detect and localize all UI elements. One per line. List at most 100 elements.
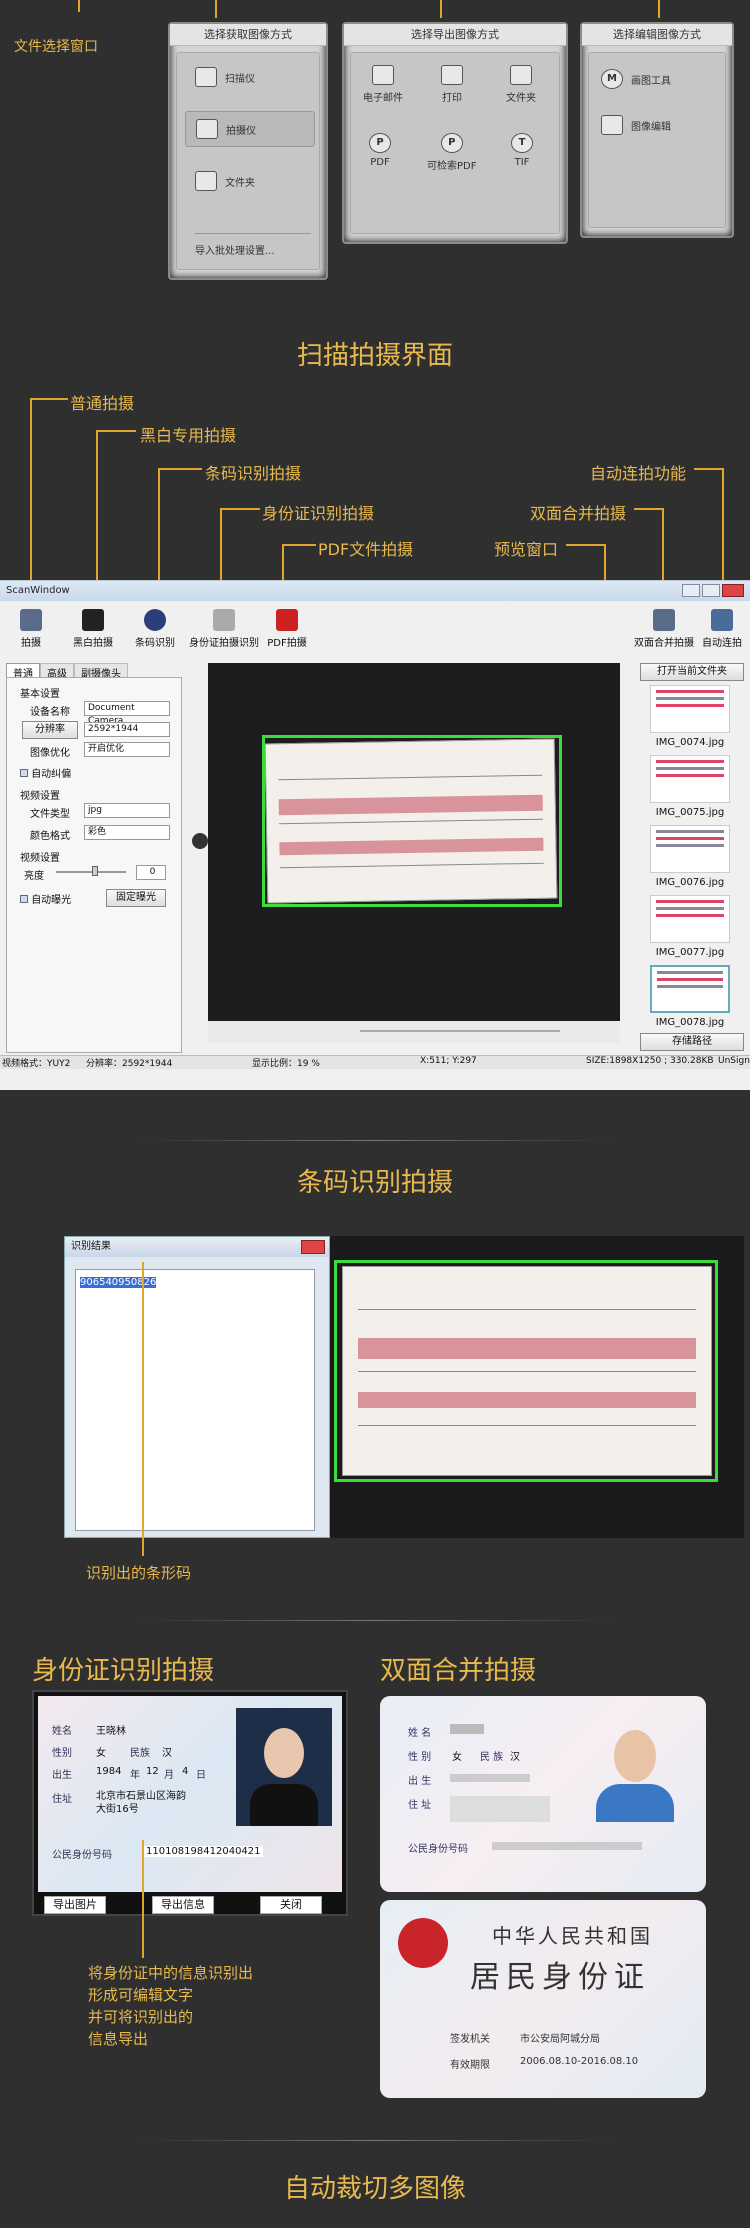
export-panel: 选择导出图像方式 电子邮件 打印 文件夹 P PDF P 可检索PDF T TIF <box>342 22 568 244</box>
brightness-slider[interactable] <box>56 871 126 873</box>
thumbnail-label: IMG_0074.jpg <box>655 737 725 748</box>
callout-barcode: 条码识别拍摄 <box>205 464 302 483</box>
filetype-select[interactable]: jpg <box>84 803 170 818</box>
filetype-label: 文件类型 <box>30 809 70 820</box>
edit-paint-tool[interactable]: M 画图工具 <box>601 69 671 89</box>
checkbox-icon <box>20 895 28 903</box>
scanner-icon <box>195 67 217 87</box>
thumbnail-label: IMG_0077.jpg <box>655 947 725 958</box>
pdf-icon: P <box>369 133 391 153</box>
thumbnail-label: IMG_0076.jpg <box>655 877 725 888</box>
section-scan-title: 扫描拍摄界面 <box>296 341 453 371</box>
national-emblem-icon <box>398 1918 448 1968</box>
toolbar-pdf[interactable]: PDF拍摄 <box>252 609 322 649</box>
pdf-icon <box>276 609 298 631</box>
device-select[interactable]: Document Camera <box>84 701 170 726</box>
status-coords: X:511; Y:297 <box>420 1056 477 1066</box>
device-label: 设备名称 <box>30 707 70 718</box>
edit-panel-title: 选择编辑图像方式 <box>582 24 732 46</box>
status-resolution: 分辨率：2592*1944 <box>86 1059 173 1069</box>
brightness-input[interactable]: 0 <box>136 865 166 880</box>
searchable-pdf-icon: P <box>440 133 463 153</box>
acquire-panel: 选择获取图像方式 扫描仪 拍摄仪 文件夹 导入批处理设置... <box>168 22 328 280</box>
batch-settings-link[interactable]: 导入批处理设置... <box>195 233 311 257</box>
bw-icon <box>82 609 104 631</box>
close-button[interactable] <box>722 584 744 597</box>
acquire-camera[interactable]: 拍摄仪 <box>185 111 315 147</box>
export-print[interactable]: 打印 <box>441 65 463 104</box>
thumbnail[interactable] <box>650 755 730 803</box>
export-panel-title: 选择导出图像方式 <box>344 24 566 46</box>
color-select[interactable]: 彩色 <box>84 825 170 840</box>
video-settings-heading: 视频设置 <box>20 791 60 802</box>
scan-window: ScanWindow 拍摄 黑白拍摄 条码识别 身份证拍摄识别 PDF拍摄 双面… <box>0 580 750 1090</box>
preview-rotate-icon[interactable] <box>192 833 208 849</box>
zoom-slider[interactable] <box>360 1030 560 1032</box>
brightness-slider-handle[interactable] <box>92 866 98 876</box>
export-info-button[interactable]: 导出信息 <box>152 1896 214 1914</box>
auto-exposure-checkbox[interactable]: 自动曝光 <box>20 891 71 906</box>
minimize-button[interactable] <box>682 584 700 597</box>
callout-preview: 预览窗口 <box>494 540 559 559</box>
toolbar-capture[interactable]: 拍摄 <box>0 609 66 649</box>
fixed-exposure-button[interactable]: 固定曝光 <box>106 889 166 907</box>
auto-capture-icon <box>711 609 733 631</box>
idcard-photo <box>236 1708 332 1826</box>
idcard-name: 王晓林 <box>96 1726 126 1737</box>
export-image-button[interactable]: 导出图片 <box>44 1896 106 1914</box>
resolution-button[interactable]: 分辨率 <box>22 721 78 739</box>
export-pdf[interactable]: P PDF <box>369 133 391 168</box>
thumbnail-selected[interactable] <box>650 965 730 1013</box>
acquire-folder[interactable]: 文件夹 <box>195 171 255 191</box>
callout-bw: 黑白专用拍摄 <box>140 426 237 445</box>
idcard-front: 姓 名 性 别 女 民 族 汉 出 生 住 址 公民身份号码 <box>380 1696 706 1892</box>
maximize-button[interactable] <box>702 584 720 597</box>
callout-duplex: 双面合并拍摄 <box>530 504 627 523</box>
toolbar-duplex[interactable]: 双面合并拍摄 <box>628 609 700 649</box>
optimize-select[interactable]: 开启优化 <box>84 742 170 757</box>
idcard-address: 北京市石景山区海韵大街16号 <box>96 1791 186 1815</box>
resolution-select[interactable]: 2592*1944 <box>84 722 170 737</box>
export-email[interactable]: 电子邮件 <box>363 65 403 104</box>
thumbnail[interactable] <box>650 685 730 733</box>
toolbar-bw[interactable]: 黑白拍摄 <box>58 609 128 649</box>
duplex-photo <box>592 1718 678 1822</box>
thumbnail[interactable] <box>650 895 730 943</box>
dialog-close-button[interactable] <box>301 1240 325 1254</box>
crop-frame[interactable] <box>334 1260 718 1482</box>
video-settings-heading-2: 视频设置 <box>20 853 60 864</box>
edit-panel: 选择编辑图像方式 M 画图工具 图像编辑 <box>580 22 734 238</box>
crop-frame[interactable] <box>262 735 562 907</box>
open-folder-button[interactable]: 打开当前文件夹 <box>640 663 744 681</box>
result-textarea[interactable]: 906540950826 <box>75 1269 315 1531</box>
paint-icon: M <box>601 69 623 89</box>
edit-image-editor[interactable]: 图像编辑 <box>601 115 671 135</box>
barcode-preview <box>330 1236 744 1538</box>
acquire-scanner[interactable]: 扫描仪 <box>195 67 255 87</box>
capture-icon <box>20 609 42 631</box>
barcode-caption: 识别出的条形码 <box>86 1564 192 1582</box>
status-signed: UnSign <box>718 1056 750 1066</box>
duplex-icon <box>653 609 675 631</box>
idcard-birth-day: 4 <box>182 1766 189 1777</box>
image-edit-icon <box>601 115 623 135</box>
toolbar-auto[interactable]: 自动连拍 <box>694 609 750 649</box>
auto-crop-checkbox[interactable]: 自动纠偏 <box>20 765 71 780</box>
printer-icon <box>441 65 463 85</box>
export-folder[interactable]: 文件夹 <box>506 65 536 104</box>
export-searchable-pdf[interactable]: P 可检索PDF <box>427 133 476 172</box>
section-autocrop-title: 自动裁切多图像 <box>283 2174 466 2204</box>
toolbar-barcode[interactable]: 条码识别 <box>120 609 190 649</box>
export-tif[interactable]: T TIF <box>511 133 533 168</box>
close-button[interactable]: 关闭 <box>260 1896 322 1914</box>
save-path-button[interactable]: 存储路径 <box>640 1033 744 1051</box>
status-scale: 显示比例：19 % <box>252 1059 320 1069</box>
color-label: 颜色格式 <box>30 831 70 842</box>
thumbnail[interactable] <box>650 825 730 873</box>
redacted-id <box>492 1842 642 1850</box>
status-video-format: 视频格式：YUY2 <box>2 1059 71 1069</box>
optimize-label: 图像优化 <box>30 748 70 759</box>
camera-icon <box>196 119 218 139</box>
idcard-dialog: 姓名 王晓林 性别女 民族汉 出生 1984 年 12 月 4 日 住址 北京市石… <box>32 1690 348 1916</box>
idcard-birth-year: 1984 <box>96 1766 122 1777</box>
